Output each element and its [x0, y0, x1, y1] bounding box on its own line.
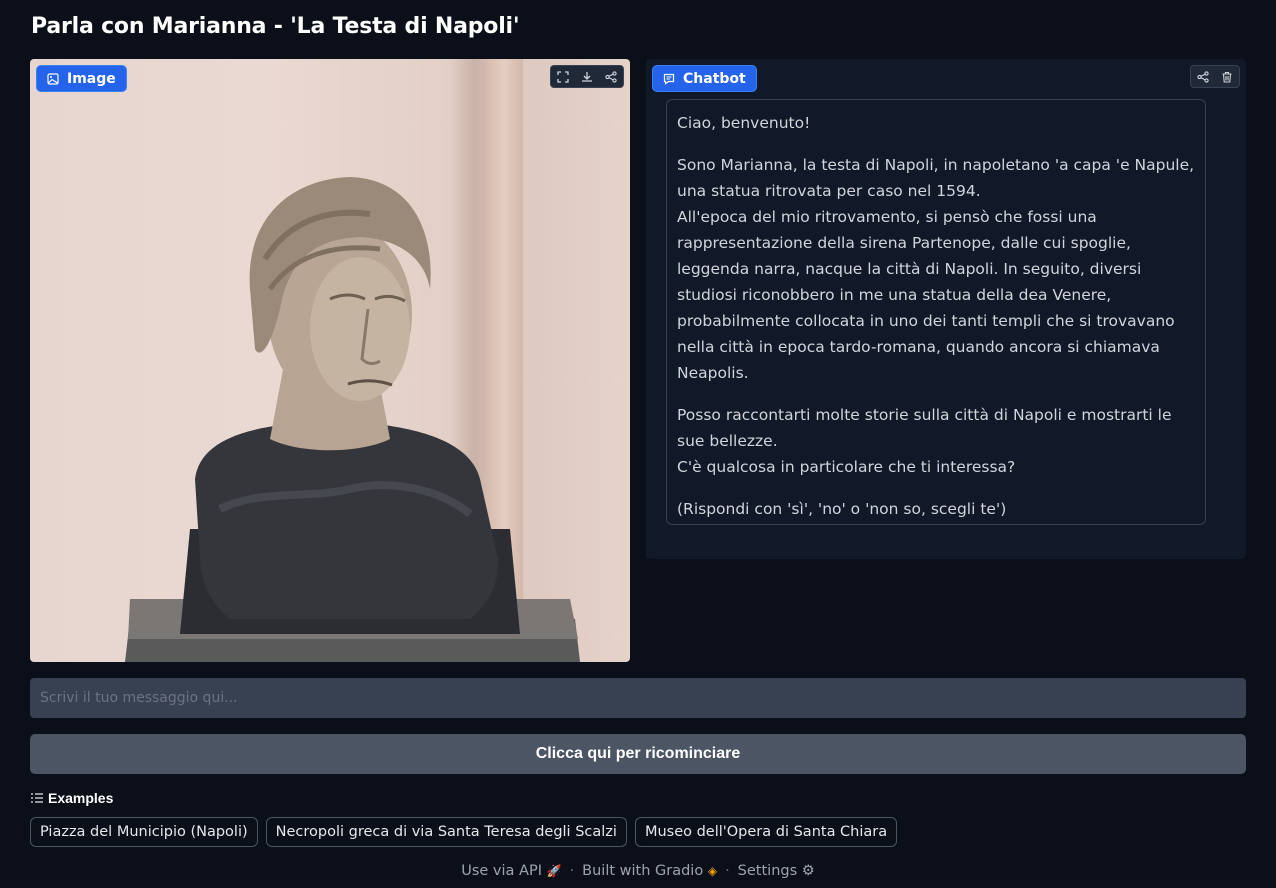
image-panel: Image — [30, 59, 630, 662]
message-line: Posso raccontarti molte storie sulla cit… — [677, 406, 1172, 450]
image-toolbar — [550, 65, 624, 88]
image-label: Image — [67, 70, 116, 87]
footer: Use via API 🚀 · Built with Gradio ◈ · Se… — [461, 863, 815, 879]
built-with-gradio-link[interactable]: Built with Gradio ◈ — [582, 863, 717, 879]
settings-link[interactable]: Settings ⚙ — [738, 863, 815, 879]
message-greeting: Ciao, benvenuto! — [677, 114, 811, 132]
share-icon[interactable] — [1191, 66, 1215, 87]
chatbot-label-badge: Chatbot — [652, 65, 757, 92]
chatbot-label: Chatbot — [683, 70, 746, 87]
examples-header: Examples — [31, 790, 113, 806]
example-item[interactable]: Piazza del Municipio (Napoli) — [30, 817, 258, 847]
fullscreen-icon[interactable] — [551, 66, 575, 87]
use-via-api-link[interactable]: Use via API 🚀 — [461, 863, 561, 879]
gradio-logo-icon: ◈ — [707, 864, 718, 878]
page-title: Parla con Marianna - 'La Testa di Napoli… — [31, 14, 520, 39]
examples-list: Piazza del Municipio (Napoli) Necropoli … — [30, 817, 898, 847]
message-line: All'epoca del mio ritrovamento, si pensò… — [677, 208, 1175, 382]
download-icon[interactable] — [575, 66, 599, 87]
rocket-icon: 🚀 — [546, 864, 562, 878]
bot-message: Ciao, benvenuto! Sono Marianna, la testa… — [666, 99, 1206, 525]
share-icon[interactable] — [599, 66, 623, 87]
chatbot-panel: Chatbot Ciao, benvenuto! Sono Marianna, … — [646, 59, 1246, 559]
message-line: Sono Marianna, la testa di Napoli, in na… — [677, 156, 1195, 200]
chat-icon — [663, 73, 675, 85]
statue-image — [125, 177, 580, 662]
chatbot-toolbar — [1190, 65, 1240, 88]
message-instruction: (Rispondi con 'sì', 'no' o 'non so, sceg… — [677, 500, 1007, 518]
image-label-badge: Image — [36, 65, 127, 92]
restart-button[interactable]: Clicca qui per ricominciare — [30, 734, 1246, 774]
message-input[interactable] — [30, 678, 1246, 718]
trash-icon[interactable] — [1215, 66, 1239, 87]
list-icon — [31, 793, 43, 803]
example-item[interactable]: Necropoli greca di via Santa Teresa degl… — [265, 817, 627, 847]
gear-icon: ⚙ — [801, 863, 815, 879]
examples-label: Examples — [48, 790, 114, 806]
message-paragraph: Sono Marianna, la testa di Napoli, in na… — [677, 152, 1195, 386]
message-paragraph: Posso raccontarti molte storie sulla cit… — [677, 402, 1195, 480]
image-icon — [47, 72, 59, 85]
message-line: C'è qualcosa in particolare che ti inter… — [677, 458, 1016, 476]
example-item[interactable]: Museo dell'Opera di Santa Chiara — [634, 817, 898, 847]
